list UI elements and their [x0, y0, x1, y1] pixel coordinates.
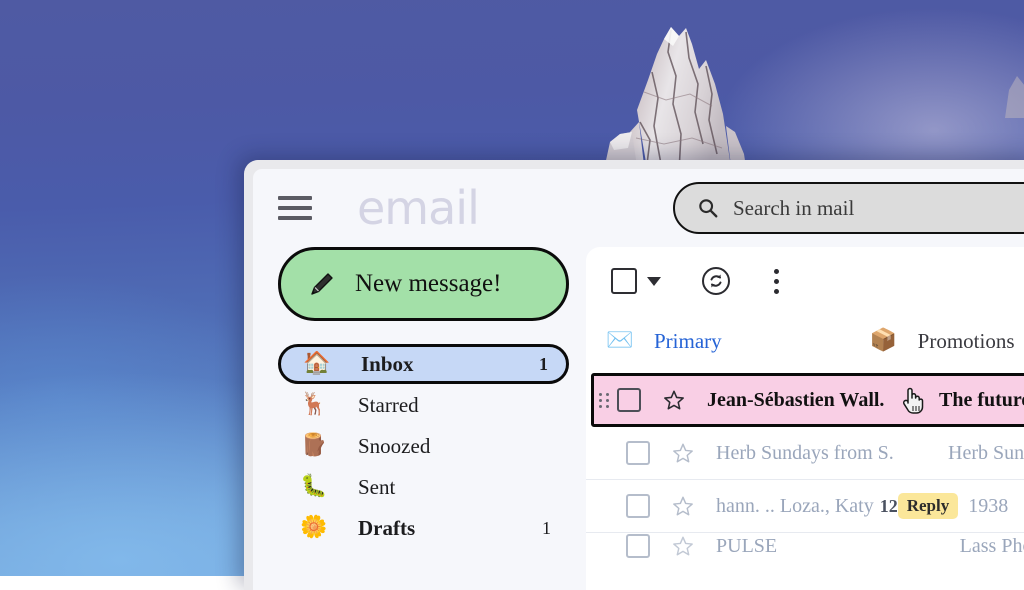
- envelope-emoji: ✉️: [606, 328, 634, 353]
- search-icon: [699, 199, 718, 218]
- kebab-menu-icon[interactable]: [773, 268, 779, 294]
- table-row[interactable]: hann. .. Loza., Katy 12 Reply 1938: [586, 480, 1024, 533]
- refresh-icon[interactable]: [701, 266, 731, 296]
- table-row[interactable]: Jean-Sébastien Wall. The future o: [591, 373, 1024, 427]
- app-header: email Search in mail: [253, 169, 1024, 247]
- sidebar-item-count: 1: [539, 353, 548, 374]
- sidebar-item-snoozed[interactable]: 🪵 Snoozed: [278, 426, 569, 466]
- pointer-hand-cursor: [902, 387, 924, 414]
- sidebar-item-label: Sent: [358, 474, 396, 499]
- sidebar-item-label: Snoozed: [358, 433, 431, 458]
- row-subject: Lass Phot: [959, 534, 1024, 557]
- distant-rock: [1005, 76, 1024, 118]
- table-row[interactable]: PULSE Lass Phot: [586, 533, 1024, 559]
- new-message-button[interactable]: New message!: [278, 247, 569, 321]
- row-sender: Herb Sundays from S.: [716, 441, 894, 464]
- new-message-label: New message!: [355, 270, 502, 297]
- row-checkbox[interactable]: [617, 388, 641, 412]
- sidebar-item-label: Drafts: [358, 515, 416, 540]
- hamburger-icon[interactable]: [278, 196, 312, 220]
- row-sender: hann. .. Loza., Katy 12: [716, 495, 898, 518]
- table-row[interactable]: Herb Sundays from S. Herb Sunday: [586, 427, 1024, 480]
- folder-list: 🏠 Inbox 1 🦌 Starred 🪵 Snoozed 🐛 Sent 🌼 D…: [278, 344, 580, 548]
- sidebar-item-label: Inbox: [361, 351, 414, 376]
- mountain-peak: [603, 27, 747, 174]
- search-input[interactable]: Search in mail: [673, 182, 1024, 234]
- sidebar-item-starred[interactable]: 🦌 Starred: [278, 385, 569, 425]
- sidebar-item-sent[interactable]: 🐛 Sent: [278, 467, 569, 507]
- chevron-down-icon[interactable]: [647, 276, 661, 286]
- sidebar-item-drafts[interactable]: 🌼 Drafts 1: [278, 508, 569, 548]
- row-subject: The future o: [939, 388, 1024, 411]
- row-checkbox[interactable]: [626, 534, 650, 558]
- house-emoji: 🏠: [303, 351, 331, 376]
- tab-label: Promotions: [917, 328, 1015, 353]
- tab-promotions[interactable]: 📦 Promotions: [870, 329, 1015, 354]
- drag-handle-icon[interactable]: [599, 392, 611, 408]
- sidebar-item-inbox[interactable]: 🏠 Inbox 1: [278, 344, 569, 384]
- app-logo: email: [357, 181, 480, 235]
- star-icon[interactable]: [663, 389, 685, 411]
- deer-emoji: 🦌: [300, 392, 328, 417]
- wood-emoji: 🪵: [300, 433, 328, 458]
- status-badge: Reply: [897, 493, 959, 519]
- window-content: email Search in mail New message! 🏠 Inbo…: [253, 169, 1024, 590]
- package-emoji: 📦: [869, 328, 898, 353]
- row-checkbox[interactable]: [626, 441, 650, 465]
- row-sender-text: hann. .. Loza., Katy: [716, 494, 874, 517]
- row-sender: PULSE: [716, 534, 778, 557]
- row-subject: 1938: [968, 494, 1009, 517]
- sidebar-item-count: 1: [542, 517, 551, 538]
- star-icon[interactable]: [672, 442, 694, 464]
- pencil-icon: [311, 273, 333, 295]
- blossom-emoji: 🌼: [300, 515, 328, 540]
- star-icon[interactable]: [672, 535, 694, 557]
- tab-label: Primary: [654, 328, 722, 353]
- app-window: email Search in mail New message! 🏠 Inbo…: [244, 160, 1024, 590]
- select-all-checkbox[interactable]: [611, 268, 637, 294]
- row-subject: Herb Sunday: [948, 441, 1024, 464]
- star-icon[interactable]: [672, 495, 694, 517]
- mail-list: Jean-Sébastien Wall. The future o: [586, 373, 1024, 559]
- mail-toolbar: [586, 247, 1024, 315]
- app-body: New message! 🏠 Inbox 1 🦌 Starred 🪵 Snooz…: [253, 247, 1024, 590]
- caterpillar-emoji: 🐛: [300, 474, 328, 499]
- sidebar-item-label: Starred: [358, 392, 419, 417]
- tab-primary[interactable]: ✉️ Primary: [606, 329, 722, 354]
- mail-panel: ✉️ Primary 📦 Promotions Jean-Sébastien W…: [586, 247, 1024, 590]
- row-checkbox[interactable]: [626, 494, 650, 518]
- search-placeholder: Search in mail: [733, 195, 855, 220]
- category-tabs: ✉️ Primary 📦 Promotions: [586, 315, 1024, 367]
- sidebar: New message! 🏠 Inbox 1 🦌 Starred 🪵 Snooz…: [253, 247, 580, 590]
- row-thread-count: 12: [879, 495, 898, 516]
